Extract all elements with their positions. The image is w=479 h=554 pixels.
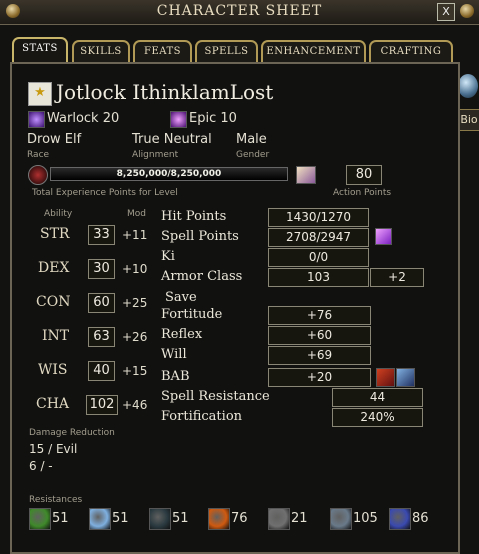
resistance-value: 51: [112, 511, 129, 526]
race-label: Race: [27, 150, 50, 160]
fire-icon: [208, 508, 230, 530]
resistance-value: 76: [231, 511, 248, 526]
ability-score: 40: [88, 361, 115, 381]
damage-reduction-label: Damage Reduction: [29, 428, 115, 438]
melee-attack-icon[interactable]: [376, 368, 395, 387]
armor-class-label: Armor Class: [161, 269, 243, 284]
ability-name: CHA: [36, 396, 70, 412]
resistance-value: 105: [353, 511, 378, 526]
xp-label: Total Experience Points for Level: [32, 188, 178, 198]
hit-points-value: 1430/1270: [268, 208, 369, 227]
will-value: +69: [268, 346, 371, 365]
resistance-value: 86: [412, 511, 429, 526]
ability-name: WIS: [38, 362, 68, 378]
xp-bar: 8,250,000/8,250,000: [50, 167, 288, 181]
resistance-value: 51: [172, 511, 189, 526]
holy-shield-icon: [389, 508, 411, 530]
resistance-value: 51: [52, 511, 69, 526]
sonic-icon: [268, 508, 290, 530]
title-bar[interactable]: CHARACTER SHEET X: [0, 0, 479, 25]
spell-points-value: 2708/2947: [268, 228, 369, 247]
class-epic: Epic 10: [189, 111, 237, 126]
spell-points-label: Spell Points: [161, 229, 239, 244]
race-value: Drow Elf: [27, 132, 82, 147]
tab-stats[interactable]: STATS: [12, 37, 68, 65]
character-name: Jotlock IthinklamLost: [56, 80, 274, 104]
ability-score: 102: [86, 395, 118, 415]
class-warlock: Warlock 20: [47, 111, 120, 126]
ranged-attack-icon[interactable]: [396, 368, 415, 387]
ability-mod: +10: [122, 262, 148, 276]
ability-name: CON: [36, 294, 71, 310]
damage-reduction-line: 6 / -: [29, 459, 53, 473]
ability-score: 33: [88, 225, 115, 245]
tab-feats[interactable]: FEATS: [133, 40, 192, 62]
warlock-icon: [28, 111, 45, 128]
tab-spells[interactable]: SPELLS: [195, 40, 258, 62]
electric-icon: [149, 508, 171, 530]
orb-icon[interactable]: [458, 74, 478, 98]
spell-crystal-icon[interactable]: [375, 228, 392, 245]
fortitude-label: Fortitude: [161, 307, 223, 322]
cold-icon: [89, 508, 111, 530]
window-title: CHARACTER SHEET: [156, 3, 323, 19]
will-label: Will: [161, 347, 187, 362]
armor-class-value: 103: [268, 268, 369, 287]
reflex-label: Reflex: [161, 327, 203, 342]
fortification-value: 240%: [332, 408, 423, 427]
ki-label: Ki: [161, 249, 175, 264]
action-points-label: Action Points: [333, 188, 392, 198]
epic-icon: [170, 111, 187, 128]
fortitude-value: +76: [268, 306, 371, 325]
mod-header: Mod: [127, 209, 146, 219]
ability-score: 63: [88, 327, 115, 347]
ability-mod: +11: [122, 228, 148, 242]
ability-name: DEX: [38, 260, 70, 276]
xp-orb-icon: [28, 165, 48, 185]
ki-value: 0/0: [268, 248, 369, 267]
alignment-label: Alignment: [132, 150, 179, 160]
ability-score: 60: [88, 293, 115, 313]
resistance-value: 21: [291, 511, 308, 526]
ability-score: 30: [88, 259, 115, 279]
shield-icon: [330, 508, 352, 530]
tab-enhancement[interactable]: ENHANCEMENT: [261, 40, 366, 62]
bab-value: +20: [268, 368, 371, 387]
damage-reduction-line: 15 / Evil: [29, 442, 78, 456]
armor-class-bonus: +2: [370, 268, 424, 287]
save-label: Save: [165, 290, 197, 305]
bab-label: BAB: [161, 369, 190, 384]
gender-label: Gender: [236, 150, 270, 160]
ability-name: STR: [40, 226, 70, 242]
tab-skills[interactable]: SKILLS: [72, 40, 130, 62]
spell-resistance-label: Spell Resistance: [161, 389, 270, 404]
reflex-value: +60: [268, 326, 371, 345]
spell-resistance-value: 44: [332, 388, 423, 407]
fortification-label: Fortification: [161, 409, 243, 424]
xp-text: 8,250,000/8,250,000: [116, 169, 222, 179]
close-button[interactable]: X: [437, 3, 455, 21]
alignment-value: True Neutral: [132, 132, 212, 147]
hit-points-label: Hit Points: [161, 209, 227, 224]
resistances-label: Resistances: [29, 495, 83, 505]
star-rank-icon: ★: [28, 82, 52, 106]
ability-mod: +25: [122, 296, 148, 310]
ability-mod: +15: [122, 364, 148, 378]
book-icon[interactable]: [296, 166, 316, 184]
tab-crafting[interactable]: CRAFTING: [369, 40, 453, 62]
ability-header: Ability: [44, 209, 73, 219]
gem-icon: [460, 4, 474, 18]
character-sheet-window: CHARACTER SHEET X Bio STATS SKILLS FEATS…: [0, 0, 479, 554]
bio-tab[interactable]: Bio: [457, 109, 479, 131]
acid-icon: [29, 508, 51, 530]
ability-mod: +26: [122, 330, 148, 344]
ability-name: INT: [42, 328, 70, 344]
action-points-box: 80: [346, 165, 382, 185]
gender-value: Male: [236, 132, 267, 147]
ability-mod: +46: [122, 398, 148, 412]
